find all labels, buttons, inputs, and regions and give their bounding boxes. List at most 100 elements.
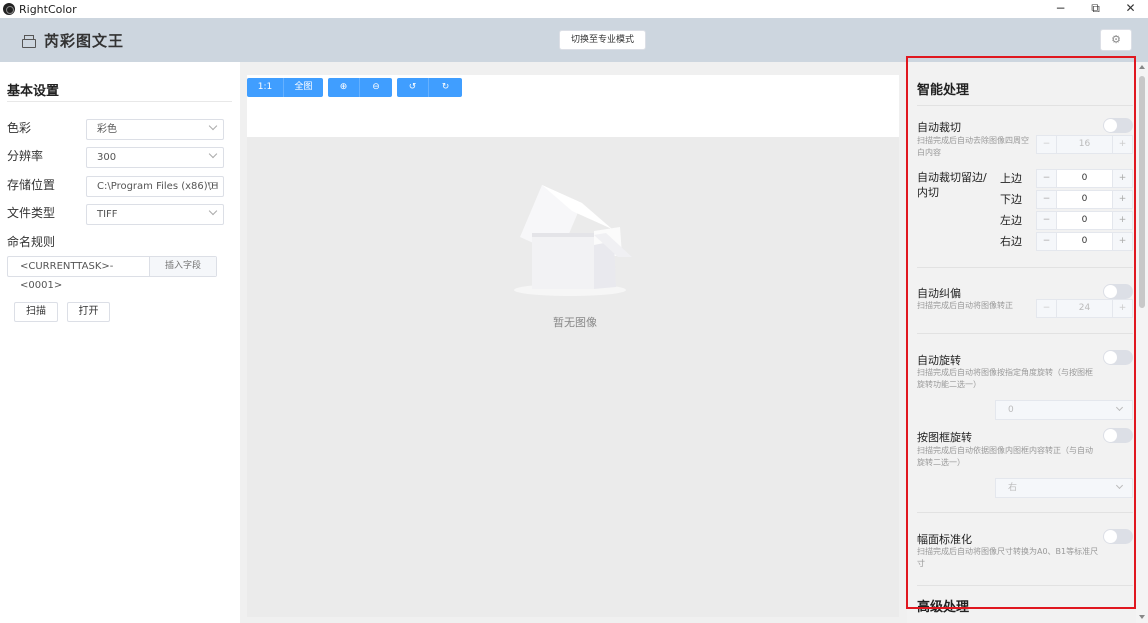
frame-rotate-label: 按图框旋转 <box>917 431 972 444</box>
frame-rotate-toggle[interactable] <box>1103 428 1133 443</box>
right-margin-label: 右边 <box>1000 235 1022 248</box>
rotate-left-icon[interactable]: ↺ <box>397 78 429 97</box>
empty-house-illustration <box>514 185 632 296</box>
auto-rotate-toggle[interactable] <box>1103 350 1133 365</box>
bottom-margin-stepper[interactable]: − 0 + <box>1036 190 1133 209</box>
deskew-label: 自动纠偏 <box>917 287 961 300</box>
auto-rotate-value: 0 <box>1008 405 1014 415</box>
auto-crop-label: 自动裁切 <box>917 121 961 134</box>
increment-button[interactable]: + <box>1112 300 1132 317</box>
left-margin-label: 左边 <box>1000 214 1022 227</box>
decrement-button[interactable]: − <box>1037 300 1057 317</box>
resolution-select[interactable]: 300 <box>86 147 224 168</box>
increment-button[interactable]: + <box>1112 233 1132 250</box>
auto-crop-desc: 扫描完成后自动去除图像四周空白内容 <box>917 136 1029 157</box>
smart-processing-title: 智能处理 <box>917 83 970 98</box>
advanced-processing-title: 高级处理 <box>917 600 970 615</box>
basic-settings-title: 基本设置 <box>7 84 60 99</box>
one-to-one-button[interactable]: 1:1 <box>247 78 284 97</box>
empty-image-text: 暂无图像 <box>553 316 597 329</box>
storage-path-value: C:\Program Files (x86)\H <box>97 181 219 192</box>
chevron-down-icon <box>1115 403 1124 412</box>
increment-button[interactable]: + <box>1112 136 1132 153</box>
deskew-stepper[interactable]: − 24 + <box>1036 299 1133 318</box>
decrement-button[interactable]: − <box>1037 136 1057 153</box>
deskew-toggle[interactable] <box>1103 284 1133 299</box>
bottom-margin-value[interactable]: 0 <box>1057 191 1112 208</box>
printer-icon <box>22 34 36 48</box>
divider <box>917 585 1133 586</box>
switch-pro-mode-button[interactable]: 切换至专业模式 <box>559 30 646 50</box>
window-controls: − ⧉ ✕ <box>1043 0 1148 18</box>
view-button-group: 1:1 全图 <box>247 78 323 97</box>
decrement-button[interactable]: − <box>1037 233 1057 250</box>
fit-all-button[interactable]: 全图 <box>284 78 323 97</box>
filetype-label: 文件类型 <box>7 206 56 220</box>
brand: 芮彩图文王 <box>22 30 124 51</box>
top-margin-value[interactable]: 0 <box>1057 170 1112 187</box>
minimize-button[interactable]: − <box>1043 0 1078 18</box>
zoom-in-icon[interactable]: ⊕ <box>328 78 360 97</box>
naming-rule-label: 命名规则 <box>7 235 56 249</box>
divider <box>7 101 232 102</box>
standardize-label: 幅面标准化 <box>917 533 972 546</box>
naming-rule-input[interactable]: <CURRENTTASK>-<0001> 插入字段 <box>7 256 217 291</box>
auto-crop-toggle[interactable] <box>1103 118 1133 133</box>
increment-button[interactable]: + <box>1112 191 1132 208</box>
frame-rotate-select[interactable]: 右 <box>995 478 1133 498</box>
rotate-button-group: ↺ ↻ <box>397 78 462 97</box>
scrollbar-thumb[interactable] <box>1139 76 1145 308</box>
resolution-select-value: 300 <box>97 152 117 163</box>
top-margin-stepper[interactable]: − 0 + <box>1036 169 1133 188</box>
scan-button[interactable]: 扫描 <box>14 302 58 322</box>
right-margin-stepper[interactable]: − 0 + <box>1036 232 1133 251</box>
scroll-up-icon[interactable] <box>1139 65 1145 69</box>
auto-crop-stepper[interactable]: − 16 + <box>1036 135 1133 154</box>
right-panel-scrollbar[interactable] <box>1136 62 1148 623</box>
scroll-down-icon[interactable] <box>1139 615 1145 619</box>
left-margin-stepper[interactable]: − 0 + <box>1036 211 1133 230</box>
auto-crop-value[interactable]: 16 <box>1057 136 1112 153</box>
decrement-button[interactable]: − <box>1037 191 1057 208</box>
folder-icon[interactable] <box>209 182 218 189</box>
standardize-toggle[interactable] <box>1103 529 1133 544</box>
window-titlebar: RightColor − ⧉ ✕ <box>0 0 1148 18</box>
deskew-desc: 扫描完成后自动将图像转正 <box>917 301 1013 310</box>
bottom-margin-label: 下边 <box>1000 193 1022 206</box>
left-margin-value[interactable]: 0 <box>1057 212 1112 229</box>
close-button[interactable]: ✕ <box>1113 0 1148 18</box>
restore-button[interactable]: ⧉ <box>1078 0 1113 18</box>
standardize-desc: 扫描完成后自动将图像尺寸转换为A0、B1等标准尺寸 <box>917 547 1099 568</box>
color-select[interactable]: 彩色 <box>86 119 224 140</box>
chevron-down-icon <box>208 149 218 159</box>
app-name: 芮彩图文王 <box>44 32 125 50</box>
color-select-value: 彩色 <box>97 124 117 135</box>
naming-rule-value[interactable]: <CURRENTTASK>-<0001> <box>8 257 149 291</box>
divider <box>917 333 1133 334</box>
open-button[interactable]: 打开 <box>67 302 110 322</box>
decrement-button[interactable]: − <box>1037 212 1057 229</box>
chevron-down-icon <box>208 206 218 216</box>
filetype-select[interactable]: TIFF <box>86 204 224 225</box>
crop-margin-label: 自动裁切留边/内切 <box>917 171 987 199</box>
rotate-right-icon[interactable]: ↻ <box>429 78 462 97</box>
auto-rotate-select[interactable]: 0 <box>995 400 1133 420</box>
deskew-value[interactable]: 24 <box>1057 300 1112 317</box>
right-margin-value[interactable]: 0 <box>1057 233 1112 250</box>
app-header: 芮彩图文王 切换至专业模式 ⚙ <box>0 18 1148 62</box>
divider <box>917 105 1133 106</box>
settings-button[interactable]: ⚙ <box>1100 29 1132 51</box>
top-margin-label: 上边 <box>1000 172 1022 185</box>
decrement-button[interactable]: − <box>1037 170 1057 187</box>
app-logo-icon <box>3 3 15 15</box>
color-label: 色彩 <box>7 121 32 135</box>
frame-rotate-desc: 扫描完成后自动依据图像内图框内容转正（与自动旋转二选一） <box>917 446 1093 467</box>
chevron-down-icon <box>1115 481 1124 490</box>
storage-path-field[interactable]: C:\Program Files (x86)\H <box>86 176 224 197</box>
increment-button[interactable]: + <box>1112 212 1132 229</box>
auto-rotate-desc: 扫描完成后自动将图像按指定角度旋转（与按图框旋转功能二选一） <box>917 368 1093 389</box>
insert-field-button[interactable]: 插入字段 <box>149 257 216 276</box>
zoom-out-icon[interactable]: ⊖ <box>360 78 392 97</box>
frame-rotate-value: 右 <box>1008 483 1018 493</box>
increment-button[interactable]: + <box>1112 170 1132 187</box>
